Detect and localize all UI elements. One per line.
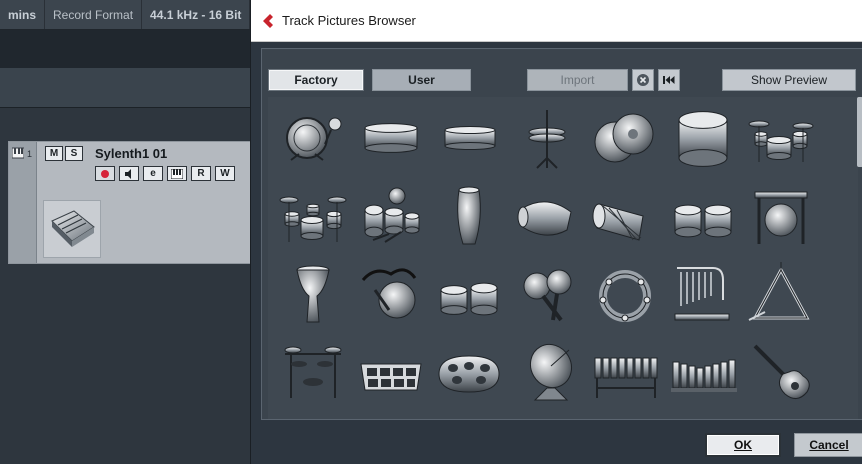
picture-handpan[interactable] bbox=[430, 335, 508, 413]
drum-kit-icon bbox=[748, 120, 814, 162]
record-format-value[interactable]: 44.1 kHz - 16 Bit bbox=[142, 0, 251, 29]
satellite-dish-icon bbox=[529, 343, 573, 401]
triangle-icon bbox=[748, 262, 810, 321]
xylophone-icon bbox=[671, 359, 737, 392]
picture-tom-drum[interactable] bbox=[664, 101, 742, 179]
picture-dhol[interactable] bbox=[586, 179, 664, 257]
picture-conga[interactable] bbox=[430, 179, 508, 257]
dialog-titlebar[interactable]: Track Pictures Browser bbox=[251, 0, 862, 42]
track-controls: e R W bbox=[95, 166, 235, 181]
cancel-button[interactable]: Cancel bbox=[794, 433, 862, 457]
picture-xylophone[interactable] bbox=[664, 335, 742, 413]
picture-snare-drum[interactable] bbox=[352, 101, 430, 179]
monitor-button[interactable] bbox=[119, 166, 139, 181]
hi-hat-icon bbox=[528, 110, 566, 169]
picture-drum-kit[interactable] bbox=[742, 101, 820, 179]
show-preview-button[interactable]: Show Preview bbox=[722, 69, 856, 91]
screen: mins Record Format 44.1 kHz - 16 Bit P 1… bbox=[0, 0, 862, 464]
keyboard-icon bbox=[171, 168, 183, 179]
ok-button[interactable]: OK bbox=[705, 433, 781, 457]
track-number: 1 bbox=[27, 149, 33, 159]
picture-hi-hat[interactable] bbox=[508, 101, 586, 179]
pictures-panel: Factory User Import Show Preview bbox=[261, 48, 862, 420]
reset-button[interactable] bbox=[658, 69, 680, 91]
maracas-icon bbox=[523, 269, 572, 322]
solo-button[interactable]: S bbox=[65, 146, 83, 161]
picture-guitar[interactable] bbox=[742, 335, 820, 413]
speaker-icon bbox=[125, 168, 131, 179]
conga-icon bbox=[457, 186, 481, 245]
bongos-icon bbox=[674, 204, 732, 238]
mridangam-icon bbox=[517, 201, 572, 236]
read-automation-button[interactable]: R bbox=[191, 166, 211, 181]
record-format-label[interactable]: Record Format bbox=[45, 0, 143, 29]
electronic-drum-kit-icon bbox=[284, 346, 342, 398]
dialog-title: Track Pictures Browser bbox=[282, 13, 416, 28]
cuica-icon bbox=[361, 268, 417, 319]
marimba-icon bbox=[594, 357, 658, 398]
snare-drum-icon bbox=[364, 123, 418, 153]
picture-drum-kit-large[interactable] bbox=[274, 179, 352, 257]
picture-bongos[interactable] bbox=[664, 179, 742, 257]
track-name[interactable]: Sylenth1 01 bbox=[95, 146, 167, 161]
percussion-set-icon bbox=[364, 187, 420, 243]
toolbar-strip bbox=[0, 30, 252, 68]
mute-button[interactable]: M bbox=[45, 146, 63, 161]
picture-cuica[interactable] bbox=[352, 257, 430, 335]
picture-triangle[interactable] bbox=[742, 257, 820, 335]
remove-button[interactable] bbox=[632, 69, 654, 91]
picture-percussion-set[interactable] bbox=[352, 179, 430, 257]
factory-tab[interactable]: Factory bbox=[268, 69, 364, 91]
picture-snare-drum-steel[interactable] bbox=[430, 101, 508, 179]
import-button[interactable]: Import bbox=[527, 69, 628, 91]
status-mins: mins bbox=[0, 0, 46, 29]
ruler[interactable] bbox=[0, 68, 252, 108]
user-tab[interactable]: User bbox=[372, 69, 471, 91]
picture-mridangam[interactable] bbox=[508, 179, 586, 257]
tom-drum-icon bbox=[678, 111, 728, 167]
djembe-icon bbox=[296, 265, 330, 323]
picture-djembe[interactable] bbox=[274, 257, 352, 335]
bass-drum-stand-icon bbox=[286, 117, 342, 161]
edit-instrument-button[interactable]: e bbox=[143, 166, 163, 181]
picture-maracas[interactable] bbox=[508, 257, 586, 335]
cubase-logo-icon bbox=[263, 13, 273, 28]
track-pictures-dialog: Track Pictures Browser Factory User Impo… bbox=[250, 0, 862, 464]
synth-keyboard-icon bbox=[51, 210, 95, 247]
picture-cymbals[interactable] bbox=[586, 101, 664, 179]
keyboard-button[interactable] bbox=[167, 166, 187, 181]
snare-drum-steel-icon bbox=[444, 125, 496, 151]
picture-wind-chimes[interactable] bbox=[664, 257, 742, 335]
picture-bass-drum-stand[interactable] bbox=[274, 101, 352, 179]
track-color-strip[interactable]: 1 bbox=[9, 142, 37, 263]
picture-gong[interactable] bbox=[742, 179, 820, 257]
tambourine-icon bbox=[599, 270, 651, 322]
picture-drum-pad[interactable] bbox=[352, 335, 430, 413]
wind-chimes-icon bbox=[674, 267, 730, 321]
skip-back-icon bbox=[663, 76, 675, 84]
record-icon bbox=[101, 169, 109, 178]
write-automation-button[interactable]: W bbox=[215, 166, 235, 181]
picture-tabla[interactable] bbox=[430, 257, 508, 335]
remove-circle-icon bbox=[637, 74, 649, 86]
dhol-icon bbox=[592, 203, 644, 241]
tabla-icon bbox=[440, 282, 498, 316]
guitar-icon bbox=[753, 344, 810, 399]
instrument-track-icon bbox=[12, 147, 24, 159]
gong-icon bbox=[754, 191, 808, 244]
pictures-grid bbox=[268, 97, 858, 419]
picture-electronic-drum-kit[interactable] bbox=[274, 335, 352, 413]
cymbals-icon bbox=[594, 113, 654, 163]
record-enable-button[interactable] bbox=[95, 166, 115, 181]
picture-tambourine[interactable] bbox=[586, 257, 664, 335]
track-header[interactable]: 1 M S Sylenth1 01 e R W bbox=[8, 141, 252, 264]
picture-marimba[interactable] bbox=[586, 335, 664, 413]
drum-kit-large-icon bbox=[279, 196, 347, 242]
picture-satellite-dish[interactable] bbox=[508, 335, 586, 413]
grid-scrollbar[interactable] bbox=[857, 97, 862, 167]
handpan-icon bbox=[438, 355, 500, 393]
track-picture-synth[interactable] bbox=[43, 200, 101, 258]
status-bar: mins Record Format 44.1 kHz - 16 Bit P bbox=[0, 0, 276, 30]
drum-pad-icon bbox=[360, 363, 422, 391]
